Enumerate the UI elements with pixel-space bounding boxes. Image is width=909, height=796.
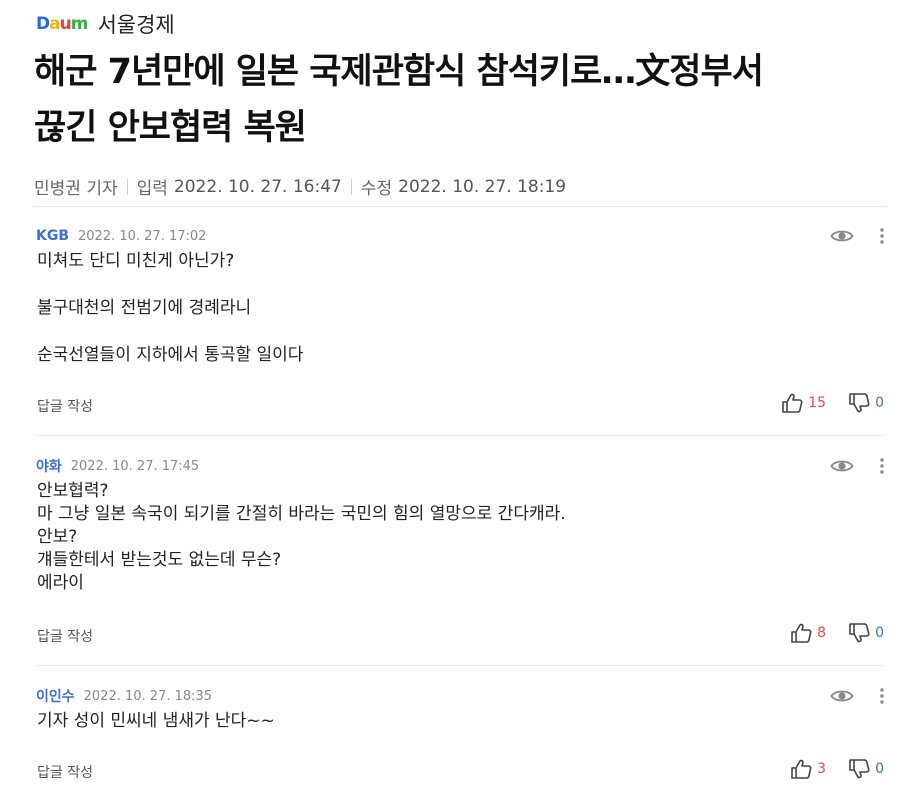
thumbs-down-icon xyxy=(849,393,870,413)
comment-author[interactable]: KGB xyxy=(36,228,69,244)
daum-logo[interactable]: Daum xyxy=(36,14,88,34)
comment-body: 기자 성이 민씨네 냄새가 난다~~ xyxy=(37,711,275,731)
byline-divider xyxy=(126,178,128,195)
input-time: 2022. 10. 27. 16:47 xyxy=(173,176,342,197)
likes-count: 15 xyxy=(808,395,827,411)
vote-area: 3 0 xyxy=(790,758,884,780)
comment-item: 이인수 2022. 10. 27. 18:35 기자 성이 민씨네 냄새가 난다… xyxy=(34,686,886,794)
headline-line-1: 해군 7년만에 일본 국제관함식 참석키로…文정부서 xyxy=(34,52,764,92)
press-name[interactable]: 서울경제 xyxy=(97,9,174,39)
comment-header: 야화 2022. 10. 27. 17:45 xyxy=(36,456,199,476)
dislike-button[interactable]: 0 xyxy=(848,623,884,643)
comment-time: 2022. 10. 27. 18:35 xyxy=(83,688,213,704)
more-vertical-icon[interactable] xyxy=(876,226,888,246)
reporter-name: 민병권 기자 xyxy=(34,179,118,199)
thumbs-down-icon xyxy=(849,623,870,643)
eye-icon[interactable] xyxy=(830,686,854,706)
comment-header: KGB 2022. 10. 27. 17:02 xyxy=(36,226,206,246)
reply-button[interactable]: 답글 작성 xyxy=(37,396,93,416)
comment-author[interactable]: 이인수 xyxy=(36,686,75,706)
comment-divider xyxy=(34,435,886,436)
comment-body: 미쳐도 단디 미친게 아닌가? 불구대천의 전범기에 경례라니 순국선열들이 지… xyxy=(37,251,304,365)
likes-count: 8 xyxy=(817,625,827,641)
article-headline: 해군 7년만에 일본 국제관함식 참석키로…文정부서 끊긴 안보협력 복원 xyxy=(34,44,894,156)
comment-body: 안보협력? 마 그냥 일본 속국이 되기를 간절히 바라는 국민의 힘의 열망으… xyxy=(37,481,566,593)
like-button[interactable]: 3 xyxy=(790,759,826,779)
eye-icon[interactable] xyxy=(830,456,854,476)
comment-header: 이인수 2022. 10. 27. 18:35 xyxy=(36,686,212,706)
reply-button[interactable]: 답글 작성 xyxy=(37,626,93,646)
dislikes-count: 0 xyxy=(875,761,884,777)
comment-time: 2022. 10. 27. 17:45 xyxy=(70,458,200,474)
dislike-button[interactable]: 0 xyxy=(848,759,884,779)
comment-time: 2022. 10. 27. 17:02 xyxy=(78,228,207,244)
vote-area: 8 0 xyxy=(790,622,884,644)
headline-line-2: 끊긴 안보협력 복원 xyxy=(34,108,307,148)
comment-author[interactable]: 야화 xyxy=(36,456,62,476)
thumbs-up-icon xyxy=(791,623,812,643)
header-divider xyxy=(34,206,886,207)
dislike-button[interactable]: 0 xyxy=(848,393,884,413)
comment-item: 야화 2022. 10. 27. 17:45 안보협력? 마 그냥 일본 속국이… xyxy=(34,456,886,666)
input-label: 입력 xyxy=(136,179,168,199)
comment-divider xyxy=(34,665,886,666)
more-vertical-icon[interactable] xyxy=(876,456,888,476)
dislikes-count: 0 xyxy=(875,625,884,641)
more-vertical-icon[interactable] xyxy=(876,686,888,706)
like-button[interactable]: 15 xyxy=(781,393,826,413)
vote-area: 15 0 xyxy=(781,392,884,414)
byline-divider xyxy=(350,178,352,195)
likes-count: 3 xyxy=(817,761,827,777)
thumbs-down-icon xyxy=(849,759,870,779)
like-button[interactable]: 8 xyxy=(790,623,826,643)
thumbs-up-icon xyxy=(791,759,812,779)
article-byline: 민병권 기자 입력 2022. 10. 27. 16:47 수정 2022. 1… xyxy=(34,174,567,200)
comment-item: KGB 2022. 10. 27. 17:02 미쳐도 단디 미친게 아닌가? … xyxy=(34,226,886,436)
edit-time: 2022. 10. 27. 18:19 xyxy=(398,176,567,197)
eye-icon[interactable] xyxy=(830,226,854,246)
brand-header: Daum 서울경제 xyxy=(36,10,175,38)
article-comments-page: Daum 서울경제 해군 7년만에 일본 국제관함식 참석키로…文정부서 끊긴 … xyxy=(0,0,909,796)
edit-label: 수정 xyxy=(360,179,393,199)
dislikes-count: 0 xyxy=(875,395,884,411)
reply-button[interactable]: 답글 작성 xyxy=(37,762,93,782)
thumbs-up-icon xyxy=(782,393,803,413)
